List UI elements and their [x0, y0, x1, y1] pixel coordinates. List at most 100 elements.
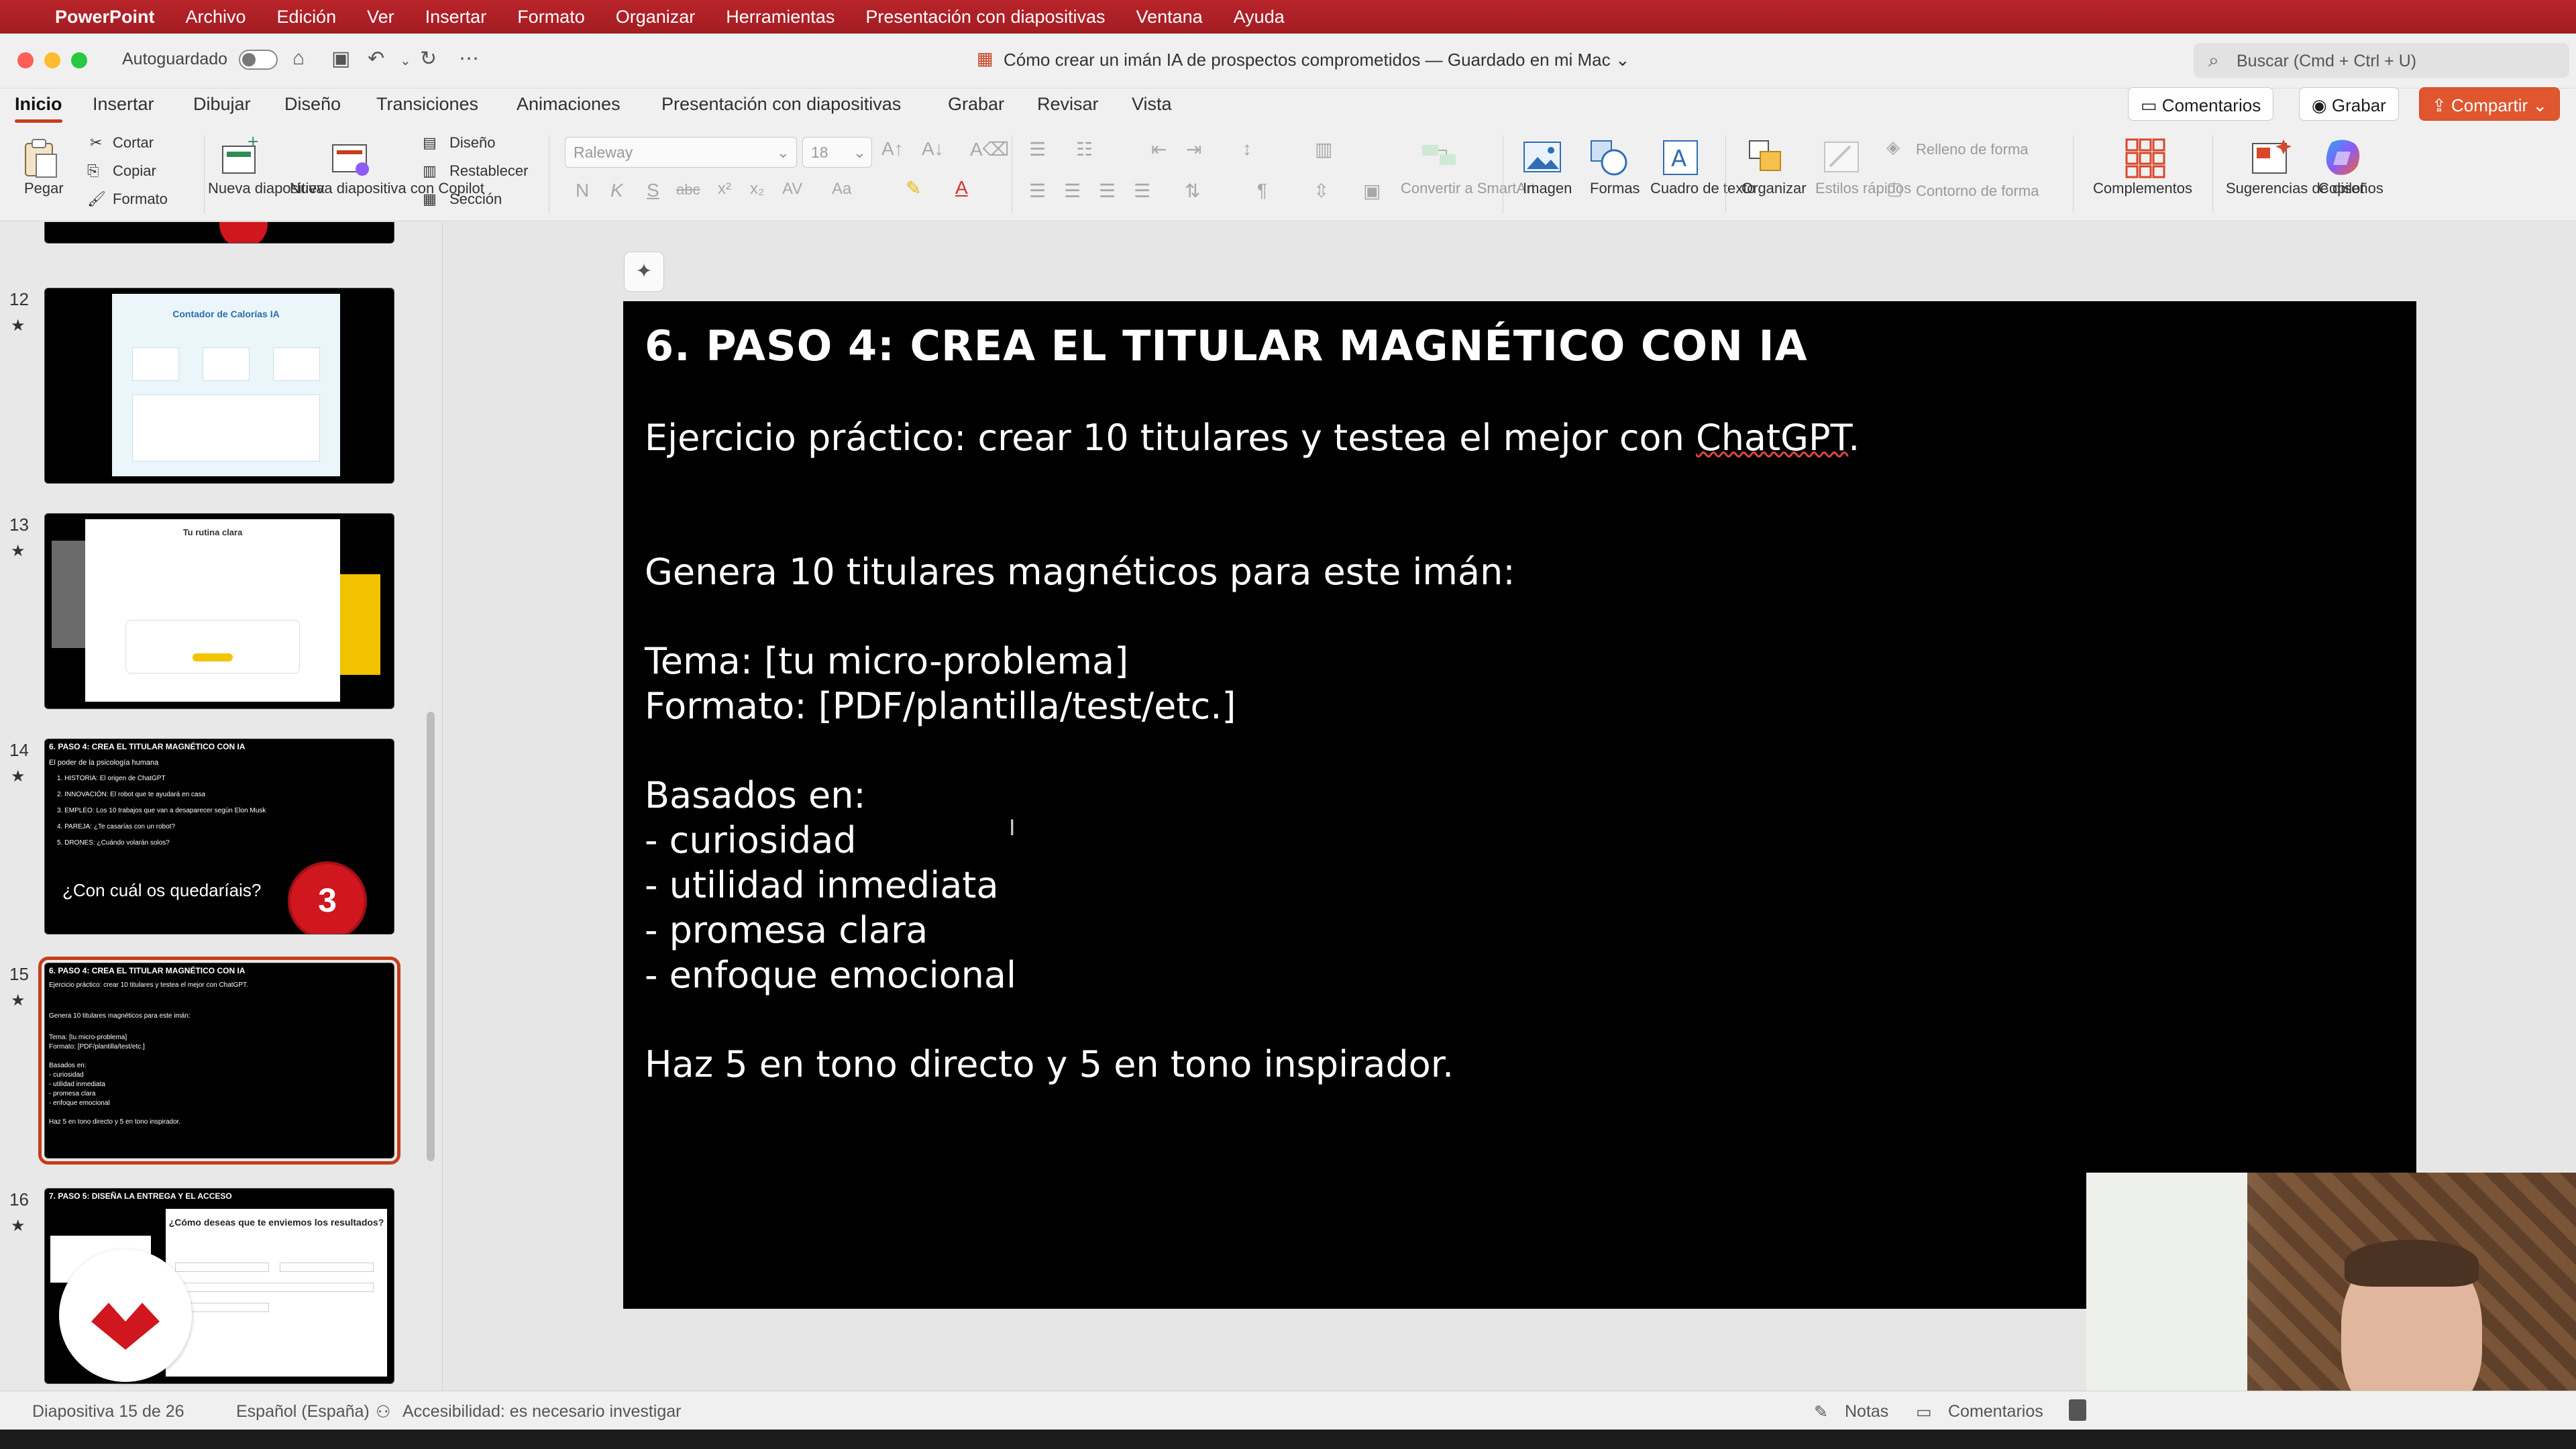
strikethrough-icon[interactable]: abc: [676, 181, 700, 199]
menu-app[interactable]: PowerPoint: [55, 7, 155, 28]
autosave-toggle[interactable]: [239, 50, 278, 70]
slide-thumbnail-panel[interactable]: 12 ★ Contador de Calorías IA 13 ★ Tu rut…: [0, 222, 443, 1391]
reset-icon[interactable]: ▥: [423, 162, 437, 180]
copilot-label[interactable]: Copilot: [2318, 180, 2364, 197]
bullets-icon[interactable]: ☰: [1029, 138, 1046, 160]
slide-bullet[interactable]: - curiosidad: [645, 819, 857, 861]
increase-font-icon[interactable]: A↑: [881, 138, 904, 160]
layout-label[interactable]: Diseño: [449, 134, 495, 152]
shapes-icon[interactable]: [1589, 137, 1631, 180]
arrange-label[interactable]: Organizar: [1741, 180, 1807, 197]
copilot-icon[interactable]: [2322, 137, 2365, 180]
menu-formato[interactable]: Formato: [517, 7, 585, 28]
tab-transiciones[interactable]: Transiciones: [376, 94, 478, 115]
align-right-icon[interactable]: ☰: [1099, 180, 1116, 202]
slide-line-topic[interactable]: Tema: [tu micro-problema]: [645, 640, 1128, 682]
image-icon[interactable]: [1521, 137, 1564, 180]
current-slide[interactable]: 6. PASO 4: CREA EL TITULAR MAGNÉTICO CON…: [623, 301, 2416, 1309]
menu-herramientas[interactable]: Herramientas: [726, 7, 835, 28]
tab-animaciones[interactable]: Animaciones: [517, 94, 621, 115]
font-color-icon[interactable]: A: [955, 177, 968, 199]
slide-line-exercise[interactable]: Ejercicio práctico: crear 10 titulares y…: [645, 417, 1860, 459]
search-box[interactable]: ⌕ Buscar (Cmd + Ctrl + U): [2194, 43, 2569, 78]
textbox-label[interactable]: Cuadro de texto: [1650, 180, 1756, 197]
menu-archivo[interactable]: Archivo: [186, 7, 246, 28]
increase-indent-icon[interactable]: ⇥: [1186, 138, 1201, 160]
accessibility-status[interactable]: Accesibilidad: es necesario investigar: [402, 1402, 682, 1421]
line-spacing-icon[interactable]: ↕: [1242, 138, 1252, 160]
tab-presentacion[interactable]: Presentación con diapositivas: [661, 94, 901, 115]
decrease-indent-icon[interactable]: ⇤: [1151, 138, 1167, 160]
comments-button[interactable]: ▭ Comentarios: [2128, 87, 2274, 121]
new-slide-icon[interactable]: +: [219, 133, 262, 180]
design-ideas-label[interactable]: Sugerencias de diseños: [2226, 180, 2383, 197]
menu-edicion[interactable]: Edición: [277, 7, 337, 28]
slide-thumbnail[interactable]: 6. PASO 4: CREA EL TITULAR MAGNÉTICO CON…: [44, 739, 394, 934]
document-title[interactable]: Cómo crear un imán IA de prospectos comp…: [1004, 50, 1630, 70]
cut-icon[interactable]: ✂: [90, 134, 102, 152]
accessibility-icon[interactable]: ⚇: [376, 1402, 390, 1422]
notes-button[interactable]: Notas: [1845, 1402, 1888, 1421]
format-painter-icon[interactable]: 🖌: [87, 191, 106, 208]
numbering-icon[interactable]: ☷: [1076, 138, 1093, 160]
new-slide-label[interactable]: Nueva diapositiva: [208, 180, 325, 197]
redo-icon[interactable]: ↻: [420, 47, 437, 70]
section-icon[interactable]: ▦: [423, 191, 437, 208]
slide-thumbnail[interactable]: [44, 222, 394, 244]
comments-status-button[interactable]: Comentarios: [1948, 1402, 2043, 1421]
section-label[interactable]: Sección: [449, 191, 502, 208]
menu-insertar[interactable]: Insertar: [425, 7, 487, 28]
font-name-select[interactable]: Raleway ⌄: [565, 137, 797, 168]
close-window-button[interactable]: [17, 52, 34, 68]
language[interactable]: Español (España): [236, 1402, 370, 1421]
slide-bullet[interactable]: - utilidad inmediata: [645, 864, 999, 906]
underline-icon[interactable]: S: [647, 180, 659, 201]
share-button[interactable]: ⇪ Compartir ⌄: [2419, 87, 2561, 121]
addins-label[interactable]: Complementos: [2093, 180, 2192, 197]
copy-label[interactable]: Copiar: [113, 162, 156, 180]
new-slide-copilot-label[interactable]: Nueva diapositiva con Copilot: [290, 180, 484, 197]
slide-bullet[interactable]: - enfoque emocional: [645, 954, 1016, 996]
textbox-icon[interactable]: A: [1660, 137, 1703, 180]
tab-dibujar[interactable]: Dibujar: [193, 94, 251, 115]
notes-icon[interactable]: ✎: [1814, 1402, 1828, 1422]
record-button[interactable]: ◉ Grabar: [2299, 87, 2399, 121]
shape-fill-label[interactable]: Relleno de forma: [1916, 141, 2029, 158]
shape-outline-label[interactable]: Contorno de forma: [1916, 182, 2039, 200]
paste-label[interactable]: Pegar: [24, 180, 64, 197]
superscript-icon[interactable]: x²: [718, 180, 731, 199]
slide-thumbnail[interactable]: Tu rutina clara: [44, 513, 394, 709]
align-center-icon[interactable]: ☰: [1064, 180, 1081, 202]
home-icon[interactable]: ⌂: [292, 47, 305, 70]
tab-insertar[interactable]: Insertar: [93, 94, 154, 115]
change-case-icon[interactable]: Aa: [832, 180, 851, 199]
slide-line-closing[interactable]: Haz 5 en tono directo y 5 en tono inspir…: [645, 1043, 1454, 1085]
layout-icon[interactable]: ▤: [423, 134, 437, 152]
undo-dropdown-icon[interactable]: ⌄: [400, 52, 411, 69]
paste-icon[interactable]: [19, 137, 62, 180]
smartart-small-icon[interactable]: ▣: [1363, 180, 1381, 202]
shapes-label[interactable]: Formas: [1590, 180, 1640, 197]
slide-bullet[interactable]: - promesa clara: [645, 909, 928, 951]
align-text-icon[interactable]: ⇳: [1313, 180, 1329, 202]
design-ideas-icon[interactable]: [2250, 137, 2293, 180]
decrease-font-icon[interactable]: A↓: [922, 138, 944, 160]
comments-status-icon[interactable]: ▭: [1916, 1402, 1932, 1422]
rtl-icon[interactable]: ¶: [1257, 180, 1267, 201]
menu-presentacion[interactable]: Presentación con diapositivas: [865, 7, 1105, 28]
menu-organizar[interactable]: Organizar: [616, 7, 696, 28]
text-direction-icon[interactable]: ⇅: [1185, 180, 1200, 202]
normal-view-icon[interactable]: [2069, 1399, 2086, 1421]
slide-line-format[interactable]: Formato: [PDF/plantilla/test/etc.]: [645, 685, 1236, 727]
minimize-window-button[interactable]: [44, 52, 60, 68]
italic-icon[interactable]: K: [610, 180, 623, 201]
convert-smartart-icon[interactable]: [1419, 137, 1462, 180]
more-options-icon[interactable]: ⋯: [459, 47, 479, 70]
slide-line-based-on[interactable]: Basados en:: [645, 774, 866, 816]
menu-ver[interactable]: Ver: [367, 7, 394, 28]
character-spacing-icon[interactable]: AV: [782, 180, 802, 199]
justify-icon[interactable]: ☰: [1134, 180, 1150, 202]
convert-smartart-label[interactable]: Convertir a SmartArt: [1401, 180, 1536, 197]
slide-thumbnail-selected[interactable]: 6. PASO 4: CREA EL TITULAR MAGNÉTICO CON…: [38, 957, 400, 1165]
bold-icon[interactable]: N: [576, 180, 589, 201]
